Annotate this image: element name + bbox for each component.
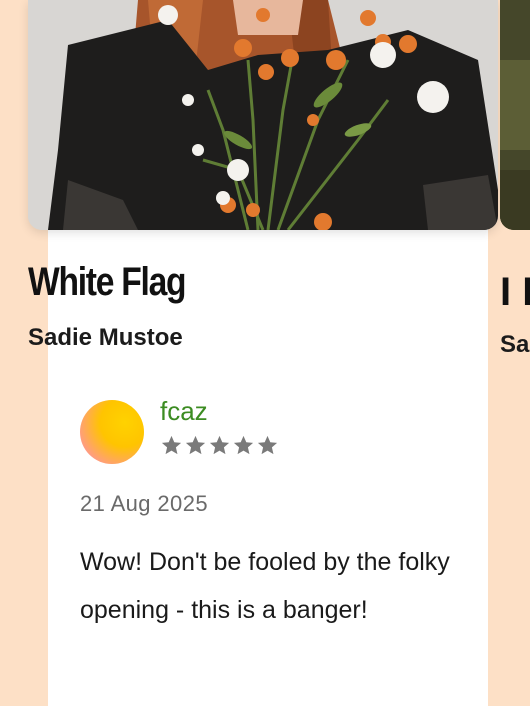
star-icon: [161, 435, 182, 455]
star-icon: [209, 435, 230, 455]
review-date: 21 Aug 2025: [80, 491, 208, 516]
artist-name[interactable]: Sadie Mustoe: [28, 326, 183, 350]
next-song-title[interactable]: I F: [500, 272, 530, 312]
review-username[interactable]: fcaz: [160, 398, 208, 424]
star-icon: [185, 435, 206, 455]
star-rating: [160, 434, 279, 457]
star-icon: [233, 435, 254, 455]
next-artist-name[interactable]: Sa: [500, 333, 529, 357]
album-cover-image[interactable]: [28, 0, 498, 230]
review-text: Wow! Don't be fooled by the folky openin…: [80, 548, 450, 624]
star-icon: [257, 435, 278, 455]
next-album-cover-image[interactable]: [500, 0, 530, 230]
user-avatar[interactable]: [80, 400, 144, 464]
song-title[interactable]: White Flag: [28, 262, 187, 302]
